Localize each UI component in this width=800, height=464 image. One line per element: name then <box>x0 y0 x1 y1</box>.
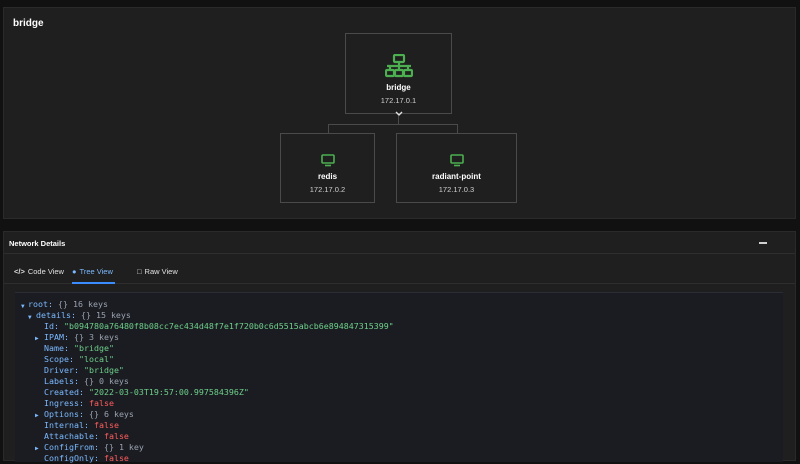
tree-row[interactable]: Options: {} 6 keys <box>44 409 134 420</box>
caret-right-icon[interactable]: ▶ <box>35 444 39 455</box>
tree-row[interactable]: details: {} 15 keys <box>36 310 131 321</box>
monitor-icon <box>449 154 464 167</box>
tree-row: Created: "2022-03-03T19:57:00.997584396Z… <box>44 387 249 397</box>
connector-line <box>398 116 399 124</box>
node-ip: 172.17.0.1 <box>380 96 417 105</box>
document-icon: □ <box>137 267 142 276</box>
monitor-icon <box>320 154 335 167</box>
details-title: Network Details <box>9 239 66 248</box>
node-label: redis <box>317 172 338 181</box>
tree-row[interactable]: ConfigFrom: {} 1 key <box>44 442 144 453</box>
network-details-panel: Network Details </> Code View ● Tree Vie… <box>3 231 796 463</box>
caret-right-icon[interactable]: ▶ <box>35 334 39 345</box>
node-bridge[interactable]: bridge 172.17.0.1 <box>345 33 452 114</box>
node-ip: 172.17.0.3 <box>438 185 475 194</box>
tree-row: Id: "b094780a76480f8b08cc7ec434d48f7e1f7… <box>44 321 394 331</box>
tree-row: ConfigOnly: false <box>44 453 129 463</box>
tree-row: Scope: "local" <box>44 354 114 364</box>
tree-row: Labels: {} 0 keys <box>44 376 129 386</box>
tab-code-view[interactable]: </> Code View <box>14 263 64 284</box>
tab-tree-view[interactable]: ● Tree View <box>72 263 115 284</box>
tree-row: Name: "bridge" <box>44 343 114 353</box>
node-label: radiant-point <box>432 172 481 181</box>
network-switch-icon <box>384 54 413 78</box>
node-redis[interactable]: redis 172.17.0.2 <box>280 133 375 203</box>
view-tabs: </> Code View ● Tree View □ Raw View <box>4 258 795 284</box>
minimize-icon[interactable] <box>759 242 767 244</box>
tree-row[interactable]: IPAM: {} 3 keys <box>44 332 119 343</box>
tree-icon: ● <box>72 267 77 276</box>
node-label: bridge <box>386 83 411 92</box>
caret-down-icon[interactable]: ▼ <box>28 313 32 324</box>
tree-row: Ingress: false <box>44 398 114 408</box>
tree-row: Attachable: false <box>44 431 129 441</box>
details-header: Network Details <box>4 232 795 254</box>
tab-raw-view[interactable]: □ Raw View <box>137 263 178 284</box>
json-tree: ▼ root: {} 16 keys ▼ details: {} 15 keys… <box>15 292 783 463</box>
node-radiant-point[interactable]: radiant-point 172.17.0.3 <box>396 133 517 203</box>
caret-down-icon[interactable]: ▼ <box>21 302 25 313</box>
graph-title: bridge <box>13 18 44 29</box>
tab-label: Tree View <box>79 267 113 276</box>
tree-row: Internal: false <box>44 420 119 430</box>
code-icon: </> <box>14 267 25 276</box>
network-graph-panel: bridge bridge 172.17.0.1 redis 172.17.0.… <box>3 7 796 219</box>
caret-right-icon[interactable]: ▶ <box>35 411 39 422</box>
tree-row[interactable]: root: {} 16 keys <box>28 299 108 310</box>
node-ip: 172.17.0.2 <box>309 185 346 194</box>
tab-label: Raw View <box>144 267 178 276</box>
tree-row: Driver: "bridge" <box>44 365 124 375</box>
tab-label: Code View <box>27 267 64 276</box>
chevron-down-icon[interactable] <box>393 109 405 119</box>
